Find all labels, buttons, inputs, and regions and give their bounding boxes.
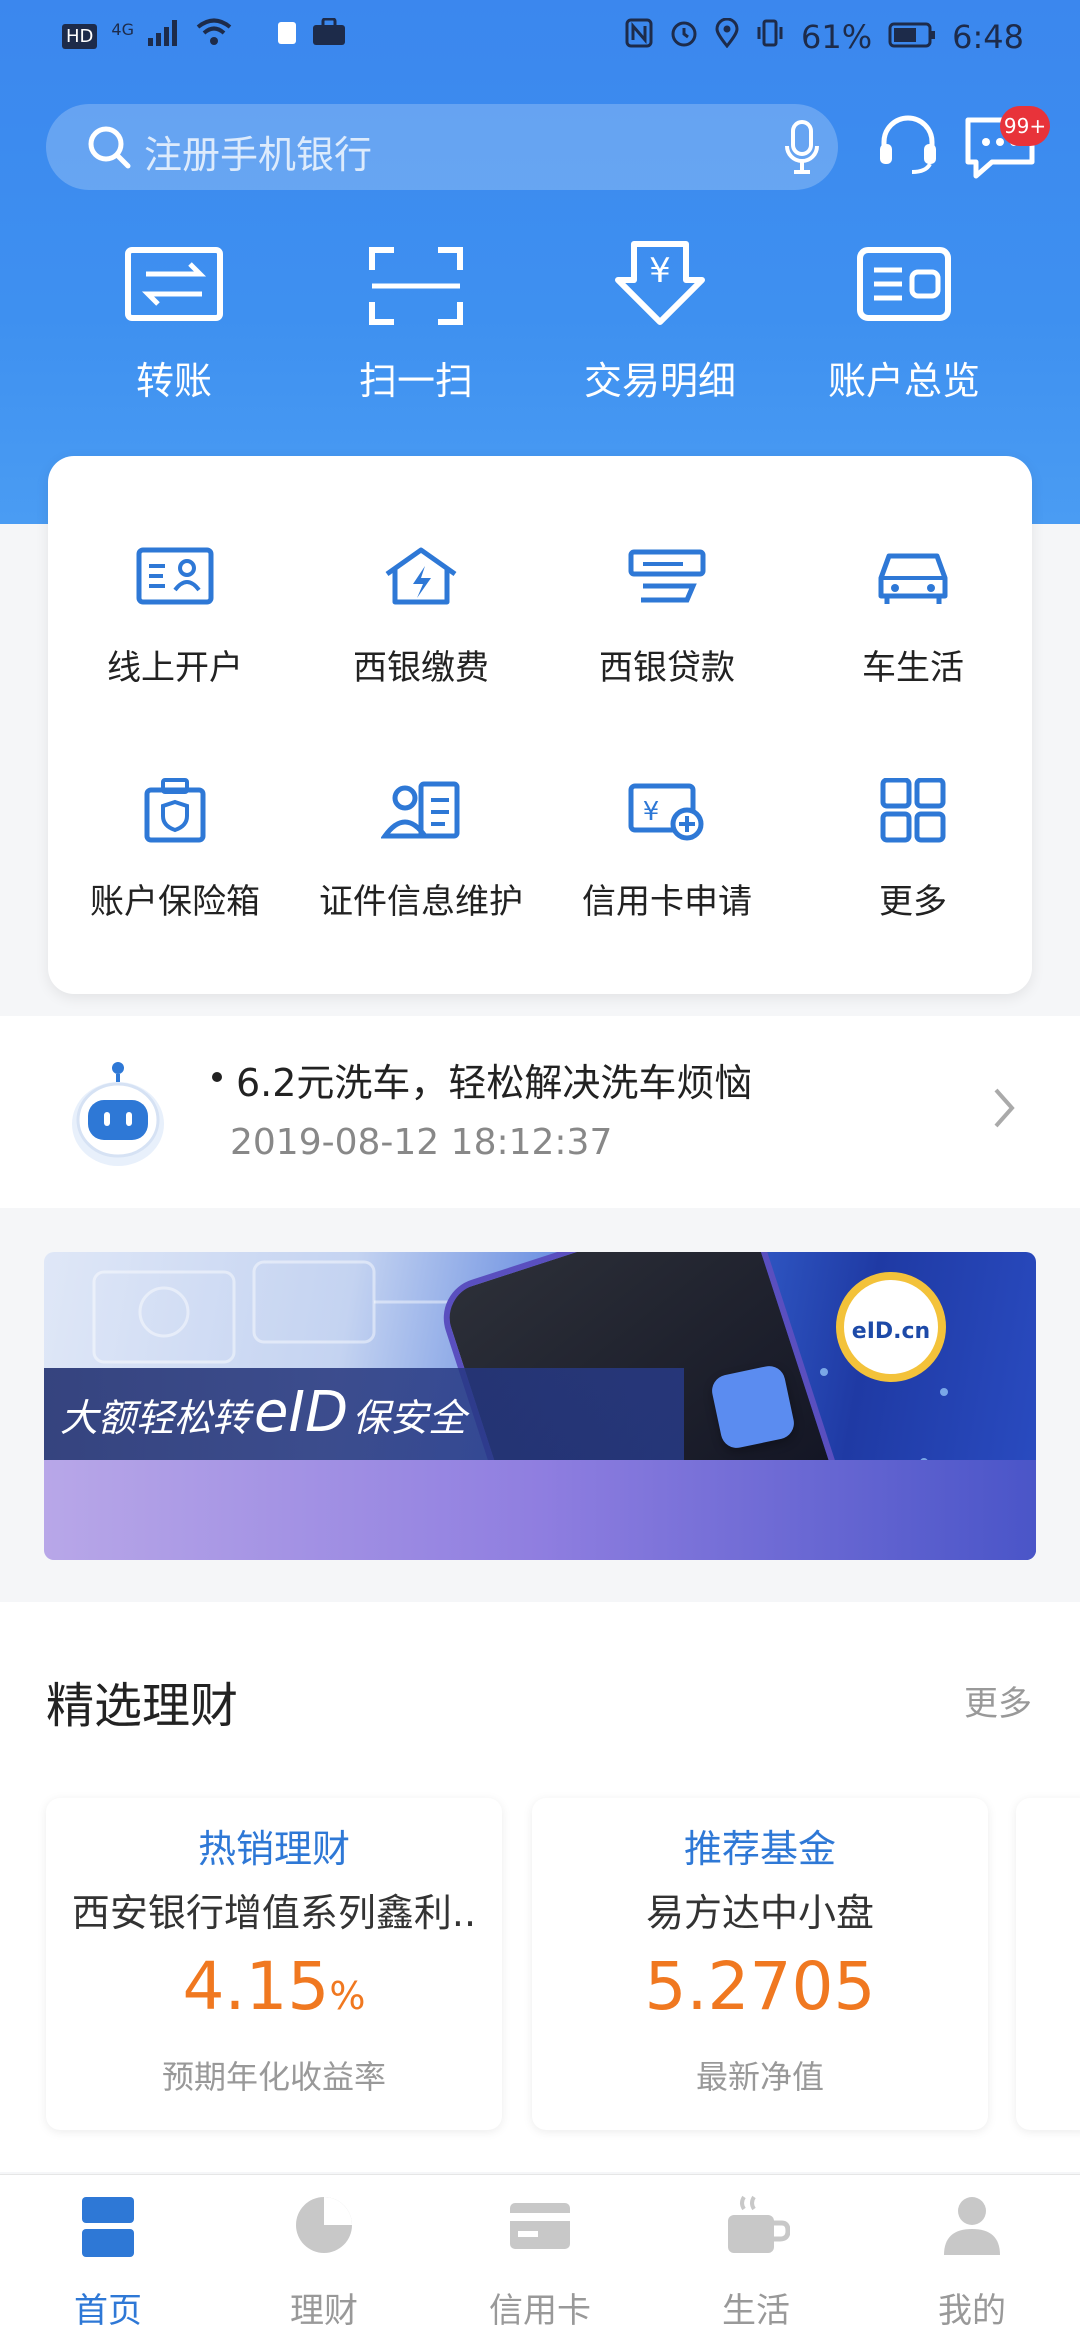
tab-label: 首页 [74,2291,142,2331]
notice-timestamp: 2019-08-12 18:12:37 [230,1122,613,1163]
notice-bar[interactable]: 6.2元洗车，轻松解决洗车烦恼 2019-08-12 18:12:37 [0,1016,1080,1208]
wifi-icon [196,18,232,54]
svg-text:¥: ¥ [643,797,660,827]
signal-icon [147,19,182,54]
product-value: 4.15% [182,1948,366,2025]
svg-text:¥: ¥ [649,251,671,291]
account-overview-icon [856,246,952,326]
scan-icon [368,246,464,330]
product-value: 5.2705 [644,1948,876,2025]
service-credit-card-apply[interactable]: ¥ 信用卡申请 [544,778,790,978]
tab-label: 我的 [938,2291,1006,2331]
service-safe-box[interactable]: 账户保险箱 [52,778,298,978]
coffee-cup-icon [728,2195,790,2253]
service-label: 线上开户 [107,648,243,688]
service-grid-card: 线上开户 西银缴费 西银贷款 车生活 账户保险箱 证件信息维护 ¥ 信用卡申请 … [48,456,1032,994]
tab-label: 理财 [290,2291,358,2331]
service-label: 账户保险箱 [90,882,260,922]
battery-percent: 61% [801,18,873,56]
app-logo-icon [709,1363,797,1451]
notification-icon [276,19,298,54]
service-label: 信用卡申请 [582,882,752,922]
message-badge: 99+ [1000,106,1050,146]
search-icon [84,122,134,176]
product-card[interactable]: 热销理财 西安银行增值系列鑫利.. 4.15% 预期年化收益率 [46,1798,502,2130]
quick-action-label: 扫一扫 [358,359,473,403]
home-icon [82,2197,134,2257]
battery-icon [888,18,936,56]
service-online-account[interactable]: 线上开户 [52,544,298,744]
service-car-life[interactable]: 车生活 [790,544,1036,744]
service-loan[interactable]: 西银贷款 [544,544,790,744]
more-link[interactable]: 更多 [964,1676,1032,1725]
transaction-detail-icon: ¥ [614,240,706,332]
credit-card-add-icon: ¥ [628,783,704,841]
nfc-icon [625,18,653,56]
vibrate-icon [755,18,785,56]
profile-card-icon [381,781,460,839]
product-name: 易方达中小盘 [645,1891,874,1935]
promo-banner[interactable]: eID.cn 大额轻松转eID 保安全 [44,1252,1036,1560]
banner-slogan: 大额轻松转eID 保安全 [60,1380,467,1445]
search-bar[interactable]: 注册手机银行 [46,104,838,190]
quick-action-label: 转账 [135,359,212,403]
network-type: 4G [111,19,134,39]
product-category: 热销理财 [197,1827,350,1871]
featured-finance-section: 精选理财 更多 热销理财 西安银行增值系列鑫利.. 4.15% 预期年化收益率 … [0,1602,1080,2172]
eid-logo: eID.cn [836,1272,946,1382]
location-icon [715,17,739,56]
notice-message: 6.2元洗车，轻松解决洗车烦恼 [236,1061,753,1105]
briefcase-icon [312,17,346,54]
notice-bullet [212,1072,222,1082]
service-label: 证件信息维护 [319,882,523,922]
house-bolt-icon [385,547,457,605]
credit-card-icon [510,2203,570,2249]
microphone-icon[interactable] [784,120,820,178]
banner-bottom-band [44,1460,1036,1560]
product-card[interactable]: 推荐基金 易方达中小盘 5.2705 最新净值 [532,1798,988,2130]
product-name: 西安银行增值系列鑫利.. [71,1891,477,1935]
service-bill-payment[interactable]: 西银缴费 [298,544,544,744]
search-input[interactable]: 注册手机银行 [144,124,372,179]
tab-label: 生活 [722,2291,790,2331]
customer-service-icon[interactable] [876,112,940,180]
id-card-icon [136,547,214,605]
bottom-tab-bar: 首页 理财 信用卡 生活 我的 [0,2174,1080,2340]
service-label: 西银贷款 [599,648,735,688]
status-bar: HD 4G 61% 6:48 [0,0,1080,76]
service-label: 更多 [879,882,947,922]
service-label: 车生活 [862,648,964,688]
service-id-maintenance[interactable]: 证件信息维护 [298,778,544,978]
chevron-right-icon [992,1086,1016,1134]
product-value-label: 预期年化收益率 [161,2058,386,2096]
safe-box-icon [144,778,206,843]
pie-chart-icon [296,2197,352,2253]
product-value-label: 最新净值 [695,2058,824,2096]
hd-indicator: HD [62,23,98,49]
section-title: 精选理财 [46,1678,239,1734]
service-label: 西银缴费 [353,648,489,688]
user-icon [944,2197,1000,2255]
service-more[interactable]: 更多 [790,778,1036,978]
robot-mascot-icon [66,1060,170,1174]
alarm-icon [669,18,699,56]
loan-icon [628,549,706,603]
quick-action-label: 交易明细 [583,359,736,403]
quick-action-label: 账户总览 [827,359,980,403]
car-icon [878,553,948,604]
product-category: 推荐基金 [683,1827,836,1871]
tab-label: 信用卡 [489,2291,591,2331]
transfer-icon [124,246,224,326]
grid-icon [880,778,946,843]
product-card-peek[interactable] [1016,1798,1080,2130]
clock-time: 6:48 [952,18,1024,56]
